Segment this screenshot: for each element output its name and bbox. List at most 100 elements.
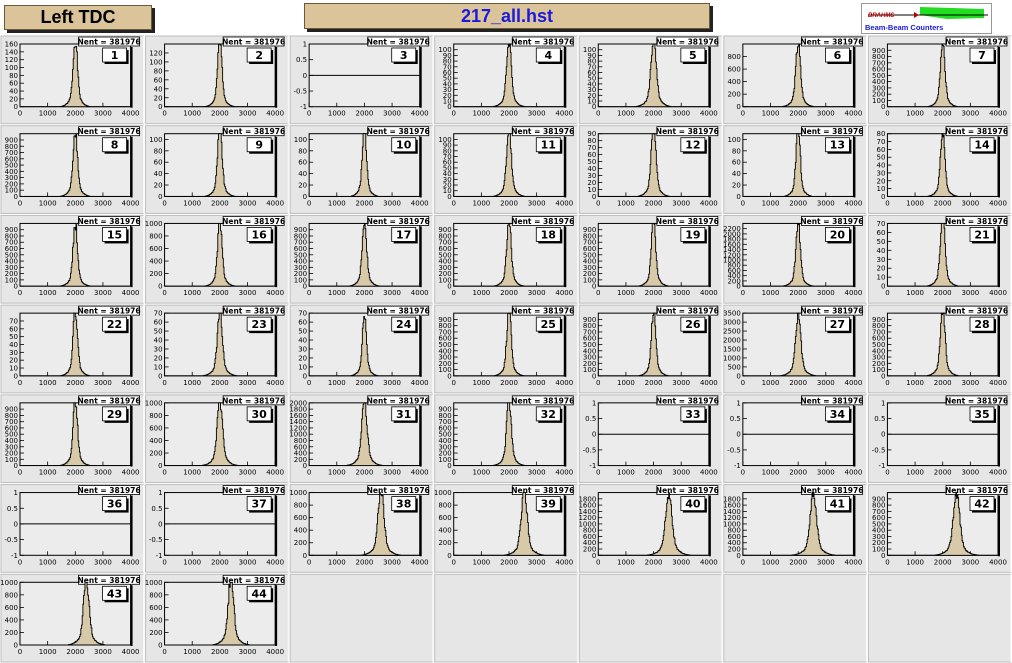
x-tick-label: 1000 xyxy=(762,110,780,118)
pad-number: 3 xyxy=(400,49,408,62)
stats-label: Nent = 381976 xyxy=(511,307,574,316)
y-tick-label: 140 xyxy=(5,48,18,56)
y-tick-label: 80 xyxy=(9,72,18,80)
y-tick-label: 60 xyxy=(877,229,886,237)
x-tick-label: 0 xyxy=(885,558,889,566)
y-tick-label: 0.5 xyxy=(296,56,307,64)
y-tick-label: 3500 xyxy=(723,310,741,318)
x-tick-label: 3000 xyxy=(672,110,690,118)
x-tick-label: 4000 xyxy=(700,379,718,387)
x-tick-label: 4000 xyxy=(845,558,863,566)
y-tick-label: 0 xyxy=(14,520,18,528)
y-tick-label: 80 xyxy=(298,147,307,155)
stats-label: Nent = 381976 xyxy=(78,38,141,47)
y-tick-label: 800 xyxy=(438,502,451,510)
y-tick-label: 20 xyxy=(154,94,163,102)
y-tick-label: 30 xyxy=(587,172,596,180)
histogram-pad-2: Nent = 38197620 1000 2000 3000 4000020406080… xyxy=(149,36,285,118)
x-tick-label: 3000 xyxy=(817,379,835,387)
x-tick-label: 2000 xyxy=(645,199,663,207)
stats-label: Nent = 381976 xyxy=(511,38,574,47)
stats-label: Nent = 381976 xyxy=(367,38,430,47)
x-tick-label: 3000 xyxy=(961,199,979,207)
stats-label: Nent = 381976 xyxy=(78,486,141,495)
x-tick-label: 2000 xyxy=(645,469,663,477)
y-tick-label: 10 xyxy=(587,186,596,194)
y-tick-label: 60 xyxy=(154,76,163,84)
y-tick-label: 200 xyxy=(727,91,740,99)
y-tick-label: 80 xyxy=(587,137,596,145)
x-tick-label: 4000 xyxy=(555,289,573,297)
stats-label: Nent = 381976 xyxy=(945,307,1008,316)
y-tick-label: 0 xyxy=(881,193,885,201)
x-tick-label: 0 xyxy=(18,558,22,566)
histogram-pad-37: Nent = 381976 37 0 1000 2000 3000 4000 -1 -0.5 0 0… xyxy=(149,485,285,566)
x-tick-label: 3000 xyxy=(672,199,690,207)
x-tick-label: 0 xyxy=(307,110,311,118)
x-tick-label: 1000 xyxy=(472,558,490,566)
stats-label: Nent = 381976 xyxy=(222,217,285,226)
histogram-pad-36: Nent = 381976 36 0 1000 2000 3000 4000 -1 -0.5 0 0… xyxy=(4,485,141,566)
x-tick-label: 1000 xyxy=(472,379,490,387)
y-tick-label: 0.5 xyxy=(151,505,162,513)
y-tick-label: 0 xyxy=(881,283,885,291)
x-tick-label: 0 xyxy=(162,110,166,118)
x-tick-label: 3000 xyxy=(961,379,979,387)
x-tick-label: 2000 xyxy=(356,110,374,118)
x-tick-label: 0 xyxy=(885,289,889,297)
x-tick-label: 3000 xyxy=(528,379,546,387)
x-tick-label: 2000 xyxy=(356,558,374,566)
y-tick-label: 0 xyxy=(303,552,307,560)
histogram-pad-32: Nent = 381976320 1000 2000 3000 400001002003… xyxy=(438,395,574,477)
y-tick-label: 0 xyxy=(158,520,162,528)
y-tick-label: -0.5 xyxy=(872,446,886,454)
stats-label: Nent = 381976 xyxy=(222,486,285,495)
y-tick-label: 200 xyxy=(438,539,451,547)
x-tick-label: 4000 xyxy=(989,289,1007,297)
x-tick-label: 4000 xyxy=(266,379,284,387)
y-tick-label: 3000 xyxy=(723,319,741,327)
pad-number: 13 xyxy=(830,139,845,152)
x-tick-label: 0 xyxy=(451,469,455,477)
stats-label: Nent = 381976 xyxy=(800,38,863,47)
x-tick-label: 2000 xyxy=(211,110,229,118)
y-tick-label: 20 xyxy=(298,182,307,190)
x-tick-label: 1000 xyxy=(328,469,346,477)
y-tick-label: 0 xyxy=(736,372,740,380)
pad-number: 9 xyxy=(255,139,263,152)
histogram-pad-13: Nent = 381976 13 0 1000 2000 3000 4000 0 20 40 60 8… xyxy=(727,126,863,207)
x-tick-label: 4000 xyxy=(989,199,1007,207)
x-tick-label: 1000 xyxy=(39,289,57,297)
stats-label: Nent = 381976 xyxy=(222,307,285,316)
y-tick-label: 600 xyxy=(294,514,307,522)
histogram-pad-23: Nent = 381976230 1000 2000 3000 400001020304… xyxy=(154,305,285,387)
y-tick-label: 800 xyxy=(149,232,162,240)
x-tick-label: 0 xyxy=(18,379,22,387)
stats-label: Nent = 381976 xyxy=(656,486,719,495)
x-tick-label: 3000 xyxy=(94,379,112,387)
y-tick-label: 10 xyxy=(877,185,886,193)
y-tick-label: 0 xyxy=(592,193,596,201)
stats-label: Nent = 381976 xyxy=(656,217,719,226)
pad-number: 30 xyxy=(251,408,267,421)
x-tick-label: 3000 xyxy=(961,558,979,566)
x-tick-label: 1000 xyxy=(617,379,635,387)
x-tick-label: 1000 xyxy=(39,110,57,118)
y-tick-label: 1 xyxy=(592,399,596,407)
y-tick-label: 80 xyxy=(154,147,163,155)
pad-number: 34 xyxy=(830,408,846,421)
y-tick-label: 160 xyxy=(5,41,18,49)
histogram-pad-24: Nent = 381976 24 0 1000 2000 3000 4000 01020304… xyxy=(298,305,430,387)
stats-label: Nent = 381976 xyxy=(656,307,719,316)
stats-label: Nent = 381976 xyxy=(222,127,285,136)
y-tick-label: 30 xyxy=(154,345,163,353)
pad-cell xyxy=(723,573,867,663)
y-tick-label: 800 xyxy=(5,591,18,599)
y-tick-label: 1000 xyxy=(145,220,163,228)
x-tick-label: 3000 xyxy=(817,199,835,207)
x-tick-label: 3000 xyxy=(528,110,546,118)
histogram-pad-20: Nent = 381976200 1000 2000 3000 400002004006… xyxy=(723,216,863,297)
y-tick-label: 0.5 xyxy=(730,415,741,423)
x-tick-label: 1000 xyxy=(39,199,57,207)
y-tick-label: 70 xyxy=(154,310,163,318)
